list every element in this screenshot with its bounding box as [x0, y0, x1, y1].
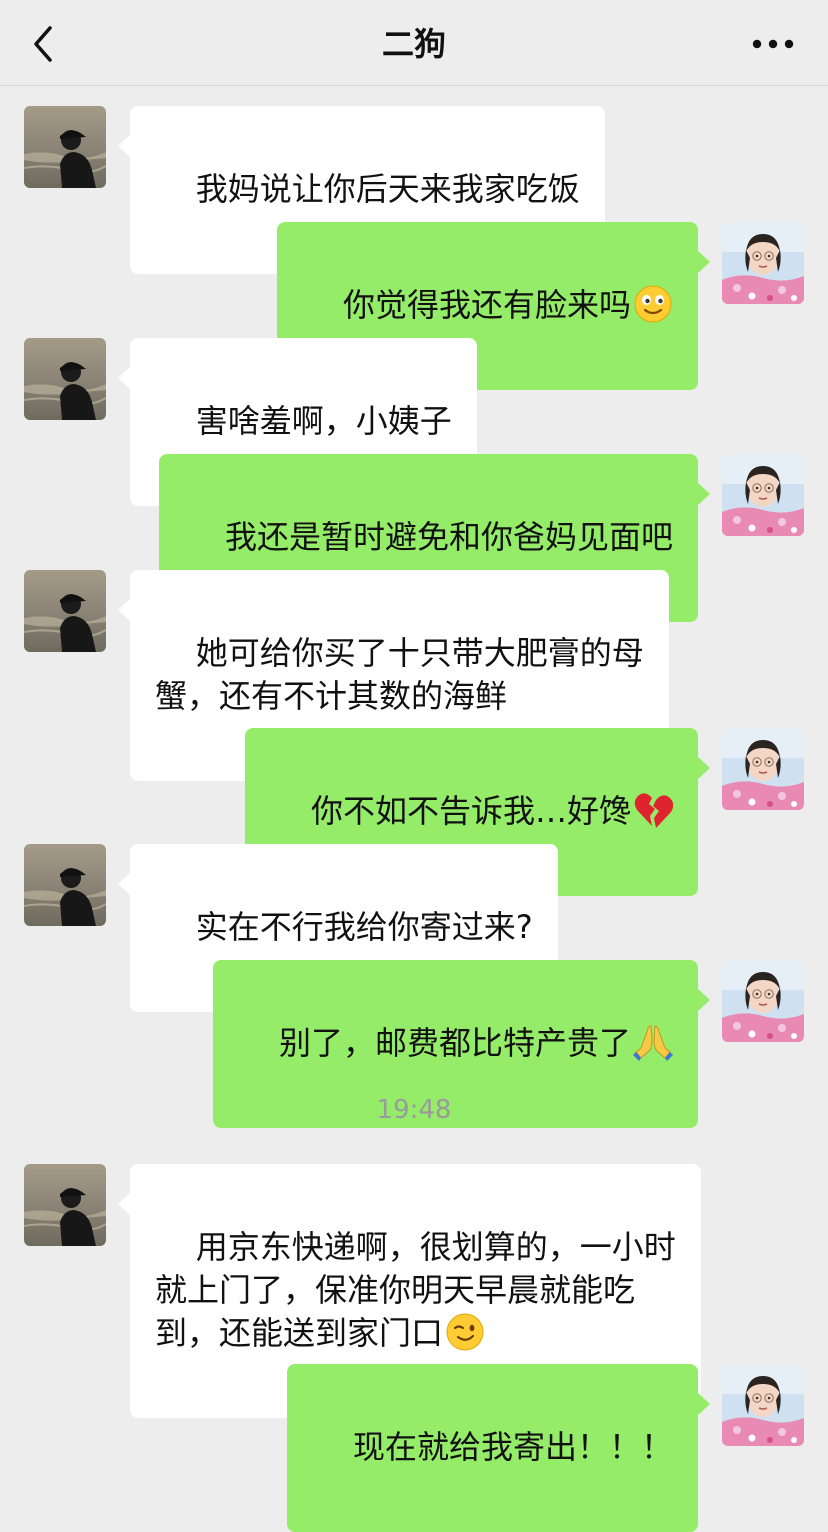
- message-text: 我还是暂时避免和你爸妈见面吧: [224, 518, 673, 556]
- contact-avatar[interactable]: [24, 570, 106, 652]
- smile-emoji-icon: [634, 285, 672, 323]
- message-text: 你觉得我还有脸来吗: [342, 286, 631, 324]
- message-bubble[interactable]: 现在就给我寄出！！！: [287, 1364, 710, 1532]
- contact-avatar[interactable]: [24, 844, 106, 926]
- user-avatar[interactable]: [722, 222, 804, 304]
- user-avatar[interactable]: [722, 728, 804, 810]
- user-avatar[interactable]: [722, 1364, 804, 1446]
- message-text: 用京东快递啊，很划算的，一小时 就上门了，保准你明天早晨就能吃 到，还能送到家门…: [155, 1228, 676, 1352]
- contact-avatar[interactable]: [24, 1164, 106, 1246]
- message-text: 她可给你买了十只带大肥膏的母 蟹，还有不计其数的海鲜: [155, 634, 644, 715]
- user-avatar[interactable]: [722, 454, 804, 536]
- user-avatar[interactable]: [722, 960, 804, 1042]
- contact-avatar[interactable]: [24, 106, 106, 188]
- message-text: 我妈说让你后天来我家吃饭: [195, 170, 580, 208]
- chat-title: 二狗: [381, 25, 446, 63]
- message-text: 你不如不告诉我…好馋: [310, 792, 631, 830]
- wink-emoji-icon: [446, 1313, 484, 1351]
- message-text: 害啥羞啊，小姨子: [195, 402, 452, 440]
- more-dots-icon: [752, 39, 794, 49]
- broken-heart-icon: [634, 793, 673, 828]
- message-text: 实在不行我给你寄过来?: [195, 908, 533, 946]
- pray-hands-icon: [633, 1025, 673, 1061]
- contact-avatar[interactable]: [24, 338, 106, 420]
- message-text: 现在就给我寄出！！！: [352, 1428, 673, 1466]
- chat-header: 二狗: [0, 0, 828, 86]
- more-button[interactable]: [748, 28, 798, 60]
- timestamp: 19:48: [376, 1095, 452, 1125]
- message-text: 别了，邮费都比特产贵了: [278, 1024, 631, 1062]
